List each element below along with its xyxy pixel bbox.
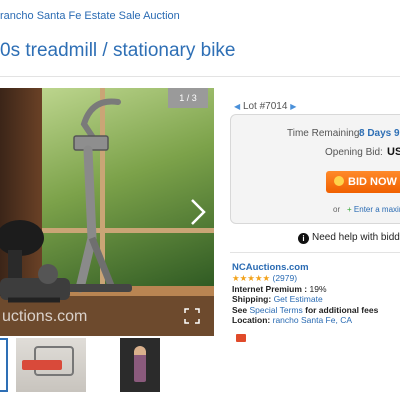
bike-illustration <box>0 98 132 303</box>
lot-nav: ◀ Lot #7014 ▶ <box>234 101 296 112</box>
prev-lot-icon[interactable]: ◀ <box>234 102 240 111</box>
internet-premium-value: 19% <box>309 283 327 294</box>
bidding-help-link[interactable]: i Need help with biddi <box>298 232 400 244</box>
chevron-right-icon[interactable] <box>190 198 206 233</box>
shipping-estimate-link[interactable]: Get Estimate <box>274 294 323 304</box>
lot-number: Lot #7014 <box>242 101 288 112</box>
bidding-help-text: Need help with biddi <box>312 232 400 243</box>
bid-now-label: BID NOW S <box>348 176 400 188</box>
additional-fees-text: for additional fees <box>305 304 379 315</box>
expand-icon[interactable] <box>184 308 200 324</box>
internet-premium-label: Internet Premium : <box>232 283 308 294</box>
page-title: 0s treadmill / stationary bike <box>0 40 236 61</box>
section-divider <box>230 252 400 253</box>
bid-panel: Time Remaining: 8 Days 9 Opening Bid: US… <box>230 114 400 224</box>
thumbnail-label-mark <box>22 360 62 370</box>
location-label: Location: <box>232 315 271 326</box>
time-remaining-label: Time Remaining: <box>287 128 363 139</box>
breadcrumb[interactable]: rancho Santa Fe Estate Sale Auction <box>0 10 180 22</box>
plus-icon: + <box>347 205 352 214</box>
main-photo[interactable]: 1 / 3 uctions.com <box>0 88 214 336</box>
max-bid-label: Enter a maxim <box>353 205 400 214</box>
special-terms-link[interactable]: Special Terms <box>250 305 303 315</box>
time-remaining-value: 8 Days 9 <box>359 128 400 139</box>
watermark: uctions.com <box>2 308 88 325</box>
seller-name-link[interactable]: NCAuctions.com <box>232 262 309 273</box>
shipping-label: Shipping: <box>232 294 272 305</box>
thumbnail-2[interactable] <box>16 338 86 392</box>
image-counter: 1 / 3 <box>168 88 208 108</box>
or-text: or <box>333 205 341 214</box>
lightbulb-icon <box>334 176 344 186</box>
location-link[interactable]: rancho Santa Fe, CA <box>273 315 352 325</box>
rating-stars: ★★★★★ <box>232 273 271 284</box>
info-icon: i <box>298 233 309 244</box>
rating-count-link[interactable]: (2979) <box>272 273 297 283</box>
bid-now-button[interactable]: BID NOW S <box>326 171 400 193</box>
opening-bid-label: Opening Bid: <box>325 147 383 158</box>
thumbnail-1[interactable] <box>0 338 8 392</box>
seller-info: NCAuctions.com ★★★★★ (2979) Internet Pre… <box>232 262 378 325</box>
thumbnail-3[interactable] <box>120 338 160 392</box>
next-lot-icon[interactable]: ▶ <box>290 102 296 111</box>
opening-bid-value: US <box>387 146 400 158</box>
see-text: See <box>232 304 248 315</box>
title-divider <box>0 76 400 77</box>
badge-icon <box>236 334 246 342</box>
thumbnail-figure <box>134 346 146 382</box>
max-bid-link[interactable]: + Enter a maxim <box>347 205 400 214</box>
